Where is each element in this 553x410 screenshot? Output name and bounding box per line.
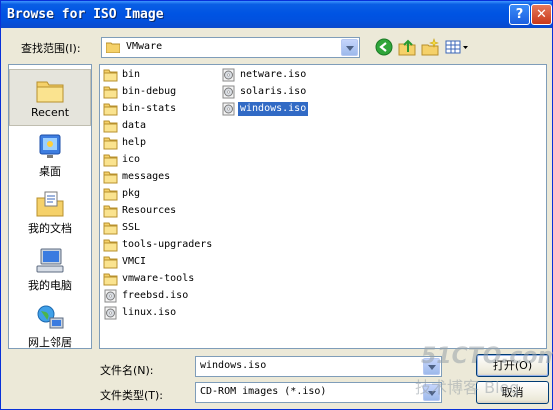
place-label: Recent [30, 106, 70, 119]
view-menu-icon[interactable] [445, 38, 469, 56]
folder-icon [103, 205, 118, 218]
place-my-computer[interactable]: 我的电脑 [9, 241, 91, 298]
open-button[interactable]: 打开(O) [476, 354, 549, 377]
cancel-button[interactable]: 取消 [476, 381, 549, 404]
file-name: pkg [122, 188, 141, 199]
folder-icon [103, 222, 118, 235]
look-in-value: VMware [126, 41, 163, 52]
file-name: tools-upgraders [122, 239, 213, 250]
my-computer-icon [36, 248, 64, 273]
place-my-documents[interactable]: 我的文档 [9, 184, 91, 241]
place-label: 我的电脑 [28, 279, 72, 292]
close-button[interactable]: ✕ [531, 4, 552, 25]
iso-file-icon [104, 306, 117, 320]
file-name: VMCI [122, 256, 147, 267]
filetype-label: 文件类型(T): [100, 389, 164, 402]
file-name: data [122, 120, 147, 131]
place-label: 网上邻居 [28, 336, 72, 349]
folder-icon [103, 86, 118, 99]
new-folder-icon[interactable] [421, 38, 439, 56]
filename-label: 文件名(N): [100, 364, 154, 377]
look-in-label: 查找范围(I): [21, 42, 81, 55]
place-recent[interactable]: Recent [9, 69, 91, 126]
folder-icon [103, 273, 118, 286]
place-label: 桌面 [39, 165, 61, 178]
back-icon[interactable] [375, 38, 393, 56]
iso-file-icon [104, 289, 117, 303]
folder-icon [103, 120, 118, 133]
file-name: freebsd.iso [122, 290, 189, 301]
place-network[interactable]: 网上邻居 [9, 298, 91, 355]
file-name: bin-stats [122, 103, 177, 114]
look-in-dropdown[interactable]: VMware [101, 37, 360, 58]
folder-icon [103, 103, 118, 116]
filetype-value: CD-ROM images (*.iso) [200, 386, 327, 397]
place-label: 我的文档 [28, 222, 72, 235]
title-bar[interactable]: Browse for ISO Image ? ✕ [1, 1, 552, 28]
file-name: SSL [122, 222, 141, 233]
places-bar: Recent 桌面 我的文档 我的电脑 网上邻居 [8, 64, 92, 349]
file-name: netware.iso [240, 69, 307, 80]
iso-file-icon [222, 85, 235, 99]
iso-file-icon [222, 102, 235, 116]
file-name: messages [122, 171, 171, 182]
chevron-down-icon[interactable] [341, 39, 358, 56]
folder-icon [103, 171, 118, 184]
network-places-icon [37, 305, 64, 329]
filename-value: windows.iso [200, 360, 267, 371]
folder-icon [106, 42, 120, 53]
file-name: bin [122, 69, 141, 80]
help-button[interactable]: ? [509, 4, 530, 25]
recent-folder-icon [36, 81, 64, 103]
file-name: Resources [122, 205, 177, 216]
file-list[interactable]: bin bin-debug bin-stats data help ico messages… [99, 64, 547, 349]
file-name: help [122, 137, 147, 148]
chevron-down-icon[interactable] [423, 358, 440, 375]
file-name: bin-debug [122, 86, 177, 97]
folder-icon [103, 154, 118, 167]
folder-icon [103, 188, 118, 201]
filetype-dropdown[interactable]: CD-ROM images (*.iso) [195, 382, 442, 403]
file-name: vmware-tools [122, 273, 195, 284]
file-name: ico [122, 154, 141, 165]
file-name: solaris.iso [240, 86, 307, 97]
chevron-down-icon[interactable] [423, 384, 440, 401]
desktop-icon [39, 134, 61, 158]
filename-field[interactable]: windows.iso [195, 356, 442, 377]
file-name: linux.iso [122, 307, 177, 318]
window-title: Browse for ISO Image [7, 7, 164, 22]
folder-icon [103, 69, 118, 82]
up-folder-icon[interactable] [398, 38, 416, 56]
folder-icon [103, 239, 118, 252]
my-documents-icon [36, 191, 64, 217]
iso-file-icon [222, 68, 235, 82]
folder-icon [103, 256, 118, 269]
place-desktop[interactable]: 桌面 [9, 127, 91, 184]
browse-iso-dialog: Browse for ISO Image ? ✕ 查找范围(I): VMware [0, 0, 553, 410]
folder-icon [103, 137, 118, 150]
file-name: windows.iso [238, 102, 309, 116]
